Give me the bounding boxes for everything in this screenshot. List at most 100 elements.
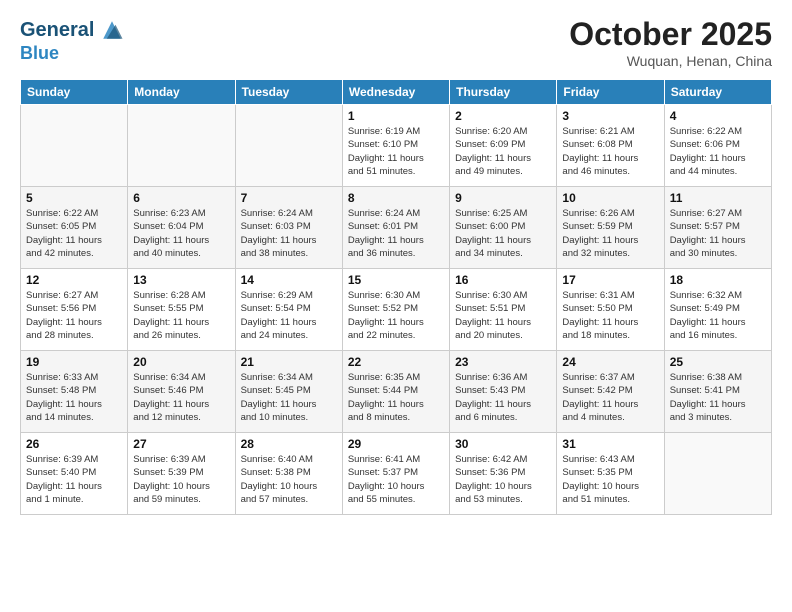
weekday-sunday: Sunday xyxy=(21,80,128,105)
day-info: Sunrise: 6:32 AMSunset: 5:49 PMDaylight:… xyxy=(670,289,766,342)
day-info: Sunrise: 6:20 AMSunset: 6:09 PMDaylight:… xyxy=(455,125,551,178)
day-number: 22 xyxy=(348,355,444,369)
month-title: October 2025 xyxy=(569,16,772,53)
calendar-cell: 13Sunrise: 6:28 AMSunset: 5:55 PMDayligh… xyxy=(128,269,235,351)
calendar-cell: 26Sunrise: 6:39 AMSunset: 5:40 PMDayligh… xyxy=(21,433,128,515)
calendar-cell: 15 Sunrise: 6:30 AMSunset: 5:52 PMDayligh… xyxy=(342,269,449,351)
day-number: 11 xyxy=(670,191,766,205)
day-info: Sunrise: 6:31 AMSunset: 5:50 PMDaylight:… xyxy=(562,289,658,342)
calendar-cell: 29Sunrise: 6:41 AMSunset: 5:37 PMDayligh… xyxy=(342,433,449,515)
day-info: Sunrise: 6:22 AMSunset: 6:05 PMDaylight:… xyxy=(26,207,122,260)
calendar-cell: 1 Sunrise: 6:19 AMSunset: 6:10 PMDaylight… xyxy=(342,105,449,187)
day-number: 17 xyxy=(562,273,658,287)
day-info: Sunrise: 6:23 AMSunset: 6:04 PMDaylight:… xyxy=(133,207,229,260)
calendar-cell: 18 Sunrise: 6:32 AMSunset: 5:49 PMDayligh… xyxy=(664,269,771,351)
weekday-wednesday: Wednesday xyxy=(342,80,449,105)
calendar-cell xyxy=(128,105,235,187)
week-row-3: 12 Sunrise: 6:27 AMSunset: 5:56 PMDayligh… xyxy=(21,269,772,351)
day-number: 14 xyxy=(241,273,337,287)
calendar-cell: 7Sunrise: 6:24 AMSunset: 6:03 PMDaylight… xyxy=(235,187,342,269)
day-number: 28 xyxy=(241,437,337,451)
calendar-cell xyxy=(664,433,771,515)
day-number: 1 xyxy=(348,109,444,123)
day-number: 27 xyxy=(133,437,229,451)
logo: General Blue xyxy=(20,16,126,64)
weekday-tuesday: Tuesday xyxy=(235,80,342,105)
weekday-header-row: SundayMondayTuesdayWednesdayThursdayFrid… xyxy=(21,80,772,105)
calendar-cell: 24 Sunrise: 6:37 AMSunset: 5:42 PMDayligh… xyxy=(557,351,664,433)
day-number: 19 xyxy=(26,355,122,369)
week-row-1: 1 Sunrise: 6:19 AMSunset: 6:10 PMDaylight… xyxy=(21,105,772,187)
day-info: Sunrise: 6:21 AMSunset: 6:08 PMDaylight:… xyxy=(562,125,658,178)
calendar-cell: 11Sunrise: 6:27 AMSunset: 5:57 PMDayligh… xyxy=(664,187,771,269)
calendar-cell: 4Sunrise: 6:22 AMSunset: 6:06 PMDaylight… xyxy=(664,105,771,187)
day-info: Sunrise: 6:26 AMSunset: 5:59 PMDaylight:… xyxy=(562,207,658,260)
week-row-4: 19Sunrise: 6:33 AMSunset: 5:48 PMDayligh… xyxy=(21,351,772,433)
day-number: 26 xyxy=(26,437,122,451)
calendar-cell: 23Sunrise: 6:36 AMSunset: 5:43 PMDayligh… xyxy=(450,351,557,433)
logo-subtext: Blue xyxy=(20,44,126,64)
calendar-cell: 16 Sunrise: 6:30 AMSunset: 5:51 PMDayligh… xyxy=(450,269,557,351)
title-block: October 2025 Wuquan, Henan, China xyxy=(569,16,772,69)
calendar-cell: 6 Sunrise: 6:23 AMSunset: 6:04 PMDaylight… xyxy=(128,187,235,269)
calendar-cell xyxy=(235,105,342,187)
day-info: Sunrise: 6:22 AMSunset: 6:06 PMDaylight:… xyxy=(670,125,766,178)
day-number: 24 xyxy=(562,355,658,369)
calendar-cell: 25 Sunrise: 6:38 AMSunset: 5:41 PMDayligh… xyxy=(664,351,771,433)
weekday-thursday: Thursday xyxy=(450,80,557,105)
day-number: 25 xyxy=(670,355,766,369)
calendar-cell: 20 Sunrise: 6:34 AMSunset: 5:46 PMDayligh… xyxy=(128,351,235,433)
calendar-cell: 19Sunrise: 6:33 AMSunset: 5:48 PMDayligh… xyxy=(21,351,128,433)
day-info: Sunrise: 6:35 AMSunset: 5:44 PMDaylight:… xyxy=(348,371,444,424)
calendar-cell: 5 Sunrise: 6:22 AMSunset: 6:05 PMDaylight… xyxy=(21,187,128,269)
calendar-cell: 14 Sunrise: 6:29 AMSunset: 5:54 PMDayligh… xyxy=(235,269,342,351)
day-info: Sunrise: 6:37 AMSunset: 5:42 PMDaylight:… xyxy=(562,371,658,424)
calendar-cell: 8 Sunrise: 6:24 AMSunset: 6:01 PMDaylight… xyxy=(342,187,449,269)
day-number: 15 xyxy=(348,273,444,287)
day-info: Sunrise: 6:29 AMSunset: 5:54 PMDaylight:… xyxy=(241,289,337,342)
day-number: 5 xyxy=(26,191,122,205)
calendar-cell: 3 Sunrise: 6:21 AMSunset: 6:08 PMDaylight… xyxy=(557,105,664,187)
day-info: Sunrise: 6:30 AMSunset: 5:51 PMDaylight:… xyxy=(455,289,551,342)
day-info: Sunrise: 6:24 AMSunset: 6:03 PMDaylight:… xyxy=(241,207,337,260)
weekday-friday: Friday xyxy=(557,80,664,105)
day-info: Sunrise: 6:27 AMSunset: 5:56 PMDaylight:… xyxy=(26,289,122,342)
week-row-5: 26Sunrise: 6:39 AMSunset: 5:40 PMDayligh… xyxy=(21,433,772,515)
day-number: 30 xyxy=(455,437,551,451)
day-info: Sunrise: 6:42 AMSunset: 5:36 PMDaylight:… xyxy=(455,453,551,506)
day-info: Sunrise: 6:25 AMSunset: 6:00 PMDaylight:… xyxy=(455,207,551,260)
day-number: 23 xyxy=(455,355,551,369)
weekday-saturday: Saturday xyxy=(664,80,771,105)
day-info: Sunrise: 6:34 AMSunset: 5:45 PMDaylight:… xyxy=(241,371,337,424)
day-number: 10 xyxy=(562,191,658,205)
day-number: 20 xyxy=(133,355,229,369)
calendar-cell: 30 Sunrise: 6:42 AMSunset: 5:36 PMDayligh… xyxy=(450,433,557,515)
day-number: 13 xyxy=(133,273,229,287)
calendar-cell: 17 Sunrise: 6:31 AMSunset: 5:50 PMDayligh… xyxy=(557,269,664,351)
day-number: 21 xyxy=(241,355,337,369)
day-info: Sunrise: 6:34 AMSunset: 5:46 PMDaylight:… xyxy=(133,371,229,424)
day-info: Sunrise: 6:39 AMSunset: 5:39 PMDaylight:… xyxy=(133,453,229,506)
calendar-table: SundayMondayTuesdayWednesdayThursdayFrid… xyxy=(20,79,772,515)
day-number: 9 xyxy=(455,191,551,205)
day-info: Sunrise: 6:19 AMSunset: 6:10 PMDaylight:… xyxy=(348,125,444,178)
day-number: 18 xyxy=(670,273,766,287)
day-number: 12 xyxy=(26,273,122,287)
calendar-body: 1 Sunrise: 6:19 AMSunset: 6:10 PMDaylight… xyxy=(21,105,772,515)
day-number: 3 xyxy=(562,109,658,123)
day-number: 8 xyxy=(348,191,444,205)
calendar-cell: 22 Sunrise: 6:35 AMSunset: 5:44 PMDayligh… xyxy=(342,351,449,433)
day-info: Sunrise: 6:30 AMSunset: 5:52 PMDaylight:… xyxy=(348,289,444,342)
day-info: Sunrise: 6:43 AMSunset: 5:35 PMDaylight:… xyxy=(562,453,658,506)
calendar-cell: 27 Sunrise: 6:39 AMSunset: 5:39 PMDayligh… xyxy=(128,433,235,515)
calendar-cell: 2Sunrise: 6:20 AMSunset: 6:09 PMDaylight… xyxy=(450,105,557,187)
calendar-cell: 28Sunrise: 6:40 AMSunset: 5:38 PMDayligh… xyxy=(235,433,342,515)
day-number: 29 xyxy=(348,437,444,451)
weekday-monday: Monday xyxy=(128,80,235,105)
calendar-cell: 21 Sunrise: 6:34 AMSunset: 5:45 PMDayligh… xyxy=(235,351,342,433)
day-info: Sunrise: 6:38 AMSunset: 5:41 PMDaylight:… xyxy=(670,371,766,424)
day-number: 16 xyxy=(455,273,551,287)
day-number: 6 xyxy=(133,191,229,205)
logo-icon xyxy=(98,16,126,44)
day-info: Sunrise: 6:24 AMSunset: 6:01 PMDaylight:… xyxy=(348,207,444,260)
